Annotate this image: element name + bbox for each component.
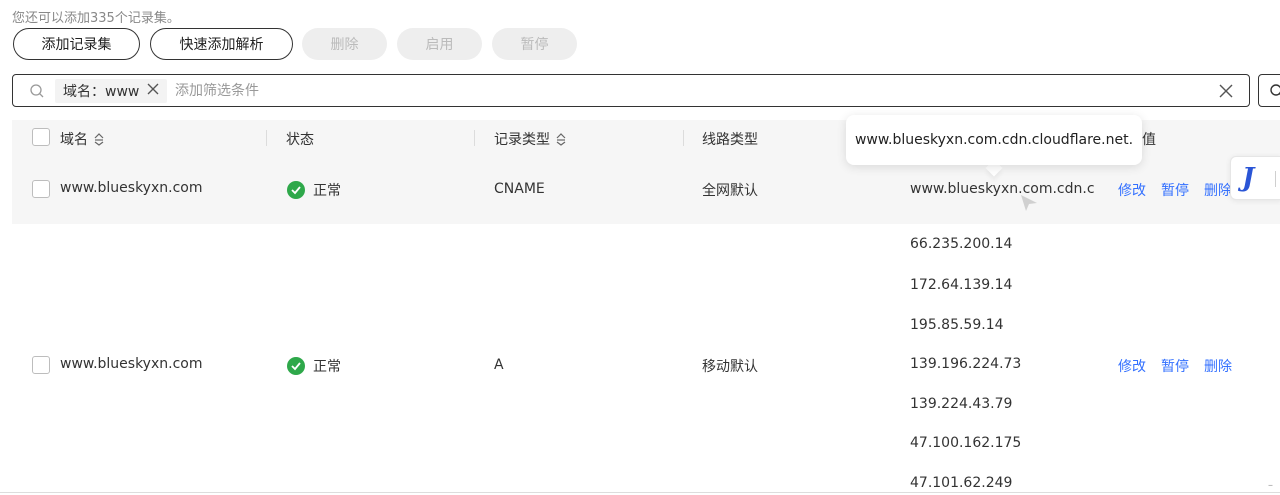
header-line: 线路类型 bbox=[702, 132, 758, 148]
header-name-label: 域名 bbox=[60, 132, 88, 148]
pause-link[interactable]: 暂停 bbox=[1161, 356, 1189, 376]
header-divider bbox=[474, 130, 475, 146]
filter-chip: 域名：www bbox=[55, 79, 168, 103]
row-value: 195.85.59.14 bbox=[910, 317, 1004, 333]
logo-divider bbox=[1275, 171, 1276, 187]
minus-icon: – bbox=[1268, 480, 1273, 491]
header-value-partial: 值 bbox=[1142, 132, 1156, 148]
row-checkbox[interactable] bbox=[32, 180, 50, 198]
quick-add-button[interactable]: 快速添加解析 bbox=[150, 28, 293, 60]
enable-button[interactable]: 启用 bbox=[397, 28, 482, 60]
header-status: 状态 bbox=[286, 132, 314, 148]
mouse-cursor-icon bbox=[1021, 195, 1037, 211]
row-type: A bbox=[494, 357, 504, 373]
sort-icon[interactable] bbox=[92, 132, 106, 146]
header-divider bbox=[266, 130, 267, 146]
row-value: 139.224.43.79 bbox=[910, 396, 1013, 412]
select-all-checkbox[interactable] bbox=[32, 128, 50, 146]
delete-button[interactable]: 删除 bbox=[302, 28, 387, 60]
clear-icon[interactable] bbox=[1219, 83, 1233, 102]
row-domain: www.blueskyxn.com bbox=[60, 356, 203, 372]
search-icon bbox=[29, 83, 45, 103]
header-type[interactable]: 记录类型 bbox=[494, 129, 568, 149]
row-domain: www.blueskyxn.com bbox=[60, 180, 203, 196]
filter-search-bar[interactable]: 域名：www bbox=[12, 74, 1250, 107]
row-value: 47.100.162.175 bbox=[910, 435, 1022, 451]
row-value: 172.64.139.14 bbox=[910, 277, 1013, 293]
search-button[interactable] bbox=[1258, 74, 1280, 107]
row-value: 66.235.200.14 bbox=[910, 236, 1013, 252]
brand-logo-icon: J bbox=[1242, 163, 1255, 193]
row-status: 正常 bbox=[287, 356, 341, 376]
row-value: 139.196.224.73 bbox=[910, 356, 1022, 372]
filter-input[interactable] bbox=[175, 80, 1075, 102]
delete-link[interactable]: 删除 bbox=[1204, 356, 1232, 376]
pause-link[interactable]: 暂停 bbox=[1161, 180, 1189, 200]
row-line: 全网默认 bbox=[702, 183, 758, 199]
record-quota-text: 您还可以添加335个记录集。 bbox=[12, 11, 180, 26]
row-status: 正常 bbox=[287, 180, 341, 200]
floating-assistant[interactable]: J bbox=[1230, 156, 1280, 200]
pause-button[interactable]: 暂停 bbox=[492, 28, 577, 60]
sort-icon[interactable] bbox=[554, 132, 568, 146]
delete-link[interactable]: 删除 bbox=[1204, 180, 1232, 200]
row-status-label: 正常 bbox=[313, 183, 341, 199]
row-status-label: 正常 bbox=[313, 359, 341, 375]
bottom-divider bbox=[0, 492, 1280, 493]
value-tooltip: www.blueskyxn.com.cdn.cloudflare.net. bbox=[846, 115, 1142, 165]
row-checkbox[interactable] bbox=[32, 356, 50, 374]
check-circle-icon bbox=[287, 181, 305, 199]
row-value: 47.101.62.249 bbox=[910, 475, 1013, 491]
row-value: www.blueskyxn.com.cdn.c bbox=[910, 181, 1095, 197]
add-record-button[interactable]: 添加记录集 bbox=[13, 28, 140, 60]
edit-link[interactable]: 修改 bbox=[1118, 356, 1146, 376]
header-name[interactable]: 域名 bbox=[60, 129, 106, 149]
header-divider bbox=[683, 130, 684, 146]
check-circle-icon bbox=[287, 357, 305, 375]
row-line: 移动默认 bbox=[702, 359, 758, 375]
filter-chip-label: 域名：www bbox=[63, 84, 140, 100]
header-type-label: 记录类型 bbox=[494, 132, 550, 148]
edit-link[interactable]: 修改 bbox=[1118, 180, 1146, 200]
search-icon bbox=[1270, 84, 1280, 96]
row-type: CNAME bbox=[494, 181, 545, 197]
close-icon[interactable] bbox=[147, 83, 159, 99]
